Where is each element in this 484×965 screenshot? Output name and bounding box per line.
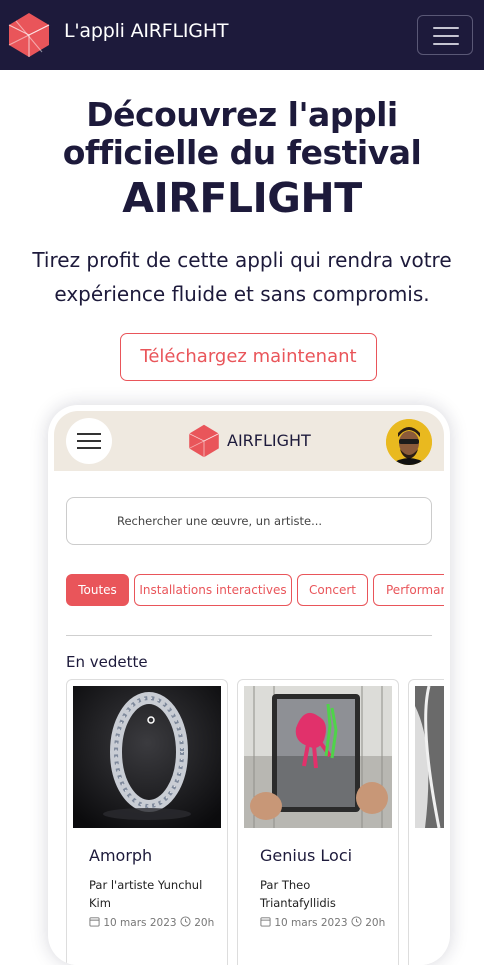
search-placeholder: Rechercher une œuvre, un artiste... bbox=[117, 514, 323, 528]
avatar[interactable] bbox=[386, 419, 432, 465]
artwork-image-genius-loci bbox=[244, 686, 392, 828]
airflight-logo-icon[interactable] bbox=[8, 12, 50, 58]
airflight-logo-icon bbox=[189, 424, 219, 458]
section-title-featured: En vedette bbox=[66, 653, 148, 671]
hamburger-icon bbox=[433, 27, 459, 29]
hero-title-big: AIRFLIGHT bbox=[122, 174, 362, 222]
card-date: 10 mars 2023 bbox=[103, 917, 177, 929]
card-title: Amorph bbox=[89, 846, 153, 865]
card-time: 20h bbox=[194, 917, 215, 929]
app-header: AIRFLIGHT bbox=[54, 411, 444, 471]
navbar-toggle-button[interactable] bbox=[417, 15, 473, 55]
filter-chip-concert[interactable]: Concert bbox=[297, 574, 368, 606]
phone-mockup: AIRFLIGHT Rechercher une œuvre, un artis… bbox=[48, 405, 450, 965]
filter-chip-performances[interactable]: Performances bbox=[373, 574, 444, 606]
app-menu-button[interactable] bbox=[66, 418, 112, 464]
clock-icon bbox=[351, 916, 362, 927]
search-input[interactable]: Rechercher une œuvre, un artiste... bbox=[66, 497, 432, 545]
filter-chip-installations[interactable]: Installations interactives bbox=[134, 574, 292, 606]
phone-screen: AIRFLIGHT Rechercher une œuvre, un artis… bbox=[54, 411, 444, 965]
card-title: Genius Loci bbox=[260, 846, 353, 865]
hero-title: Découvrez l'appli officielle du festival bbox=[0, 96, 484, 172]
navbar: L'appli AIRFLIGHT bbox=[0, 0, 484, 70]
hero-subtitle: Tirez profit de cette appli qui rendra v… bbox=[32, 248, 452, 306]
card-meta: 10 mars 2023 20h bbox=[260, 916, 385, 929]
clock-icon bbox=[180, 916, 191, 927]
featured-card-genius-loci[interactable]: Genius Loci Par Theo Triantafyllidis 10 … bbox=[237, 679, 399, 965]
card-artist: Par l'artiste Yunchul Kim bbox=[89, 878, 203, 910]
hero-title-line1: Découvrez l'appli bbox=[86, 95, 398, 134]
filter-chip-all[interactable]: Toutes bbox=[66, 574, 129, 606]
artwork-image-amorph bbox=[73, 686, 221, 828]
brand-title[interactable]: L'appli AIRFLIGHT bbox=[64, 20, 229, 42]
artwork-image-third bbox=[415, 686, 444, 828]
card-time: 20h bbox=[365, 917, 386, 929]
calendar-icon bbox=[260, 917, 271, 927]
featured-card-third[interactable] bbox=[408, 679, 444, 965]
hero-title-line2: officielle du festival bbox=[62, 133, 422, 172]
featured-card-amorph[interactable]: Amorph Par l'artiste Yunchul Kim 10 mars… bbox=[66, 679, 228, 965]
calendar-icon bbox=[89, 917, 100, 927]
hamburger-icon bbox=[77, 433, 101, 435]
card-meta: 10 mars 2023 20h bbox=[89, 916, 214, 929]
download-button[interactable]: Téléchargez maintenant bbox=[120, 333, 377, 381]
card-date: 10 mars 2023 bbox=[274, 917, 348, 929]
app-title: AIRFLIGHT bbox=[227, 431, 311, 450]
card-artist: Par Theo Triantafyllidis bbox=[260, 878, 336, 910]
divider bbox=[66, 635, 432, 636]
